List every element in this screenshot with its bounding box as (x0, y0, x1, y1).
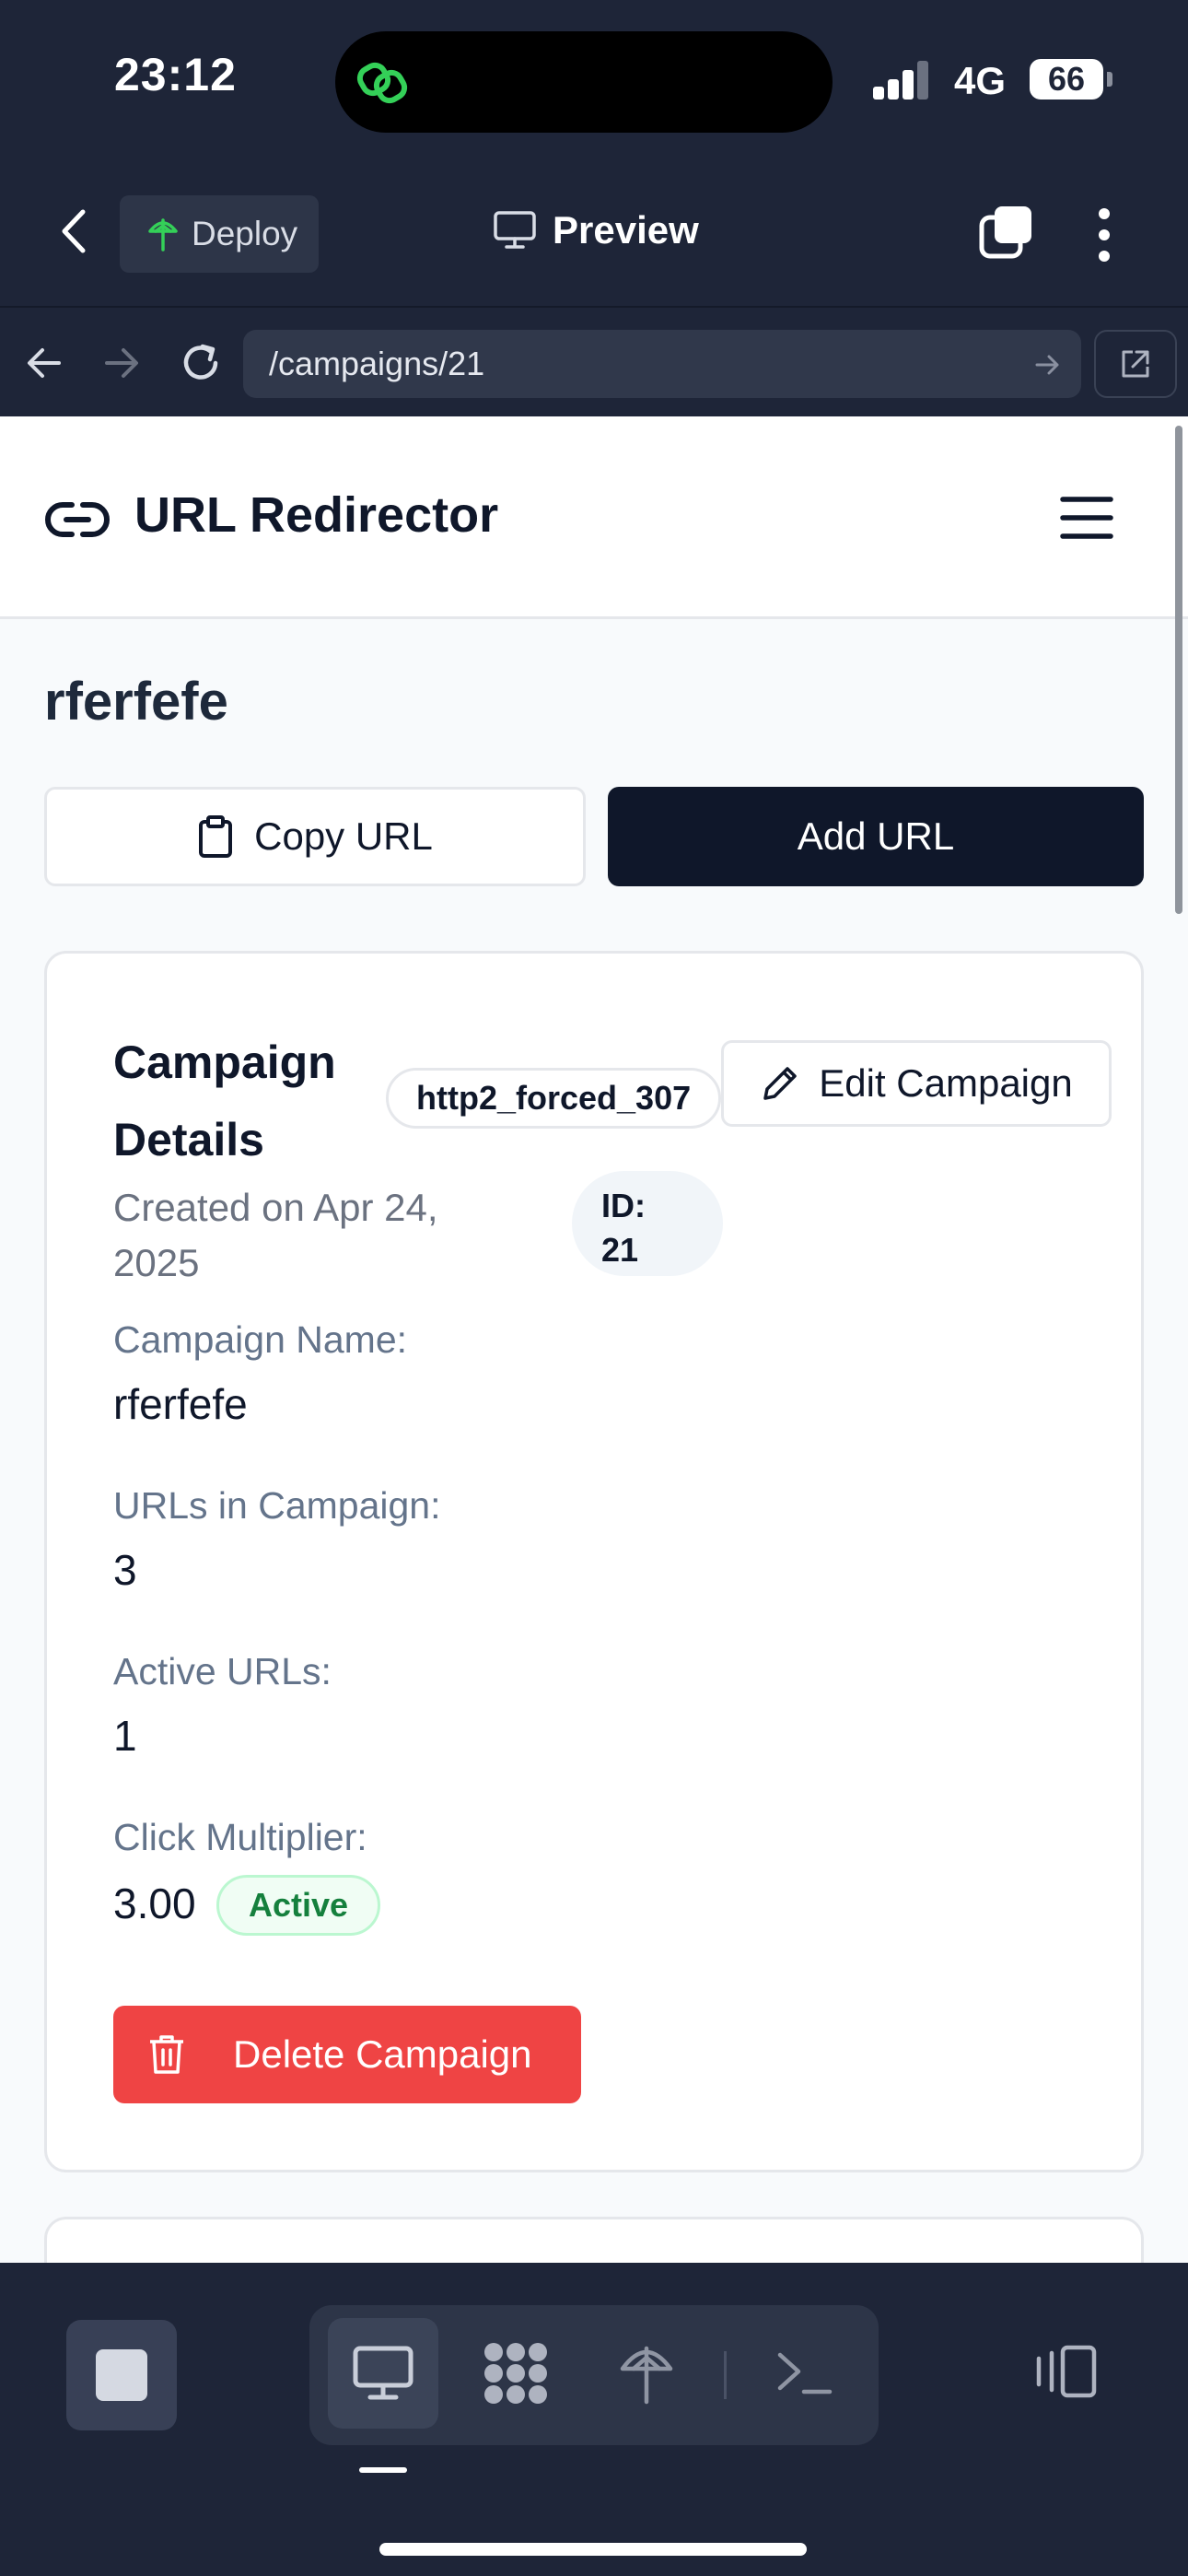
dock-separator (724, 2351, 727, 2399)
copy-url-button[interactable]: Copy URL (44, 787, 586, 886)
campaign-name-label: Campaign Name: (113, 1318, 408, 1361)
more-vertical-icon[interactable] (1094, 206, 1114, 263)
status-badge: Active (216, 1875, 381, 1936)
pencil-icon (763, 1067, 797, 1100)
preview-tab[interactable] (328, 2318, 438, 2429)
id-value: 21 (601, 1231, 639, 1269)
dock-tab-group (309, 2305, 879, 2445)
delete-campaign-label: Delete Campaign (233, 2032, 532, 2076)
deploy-icon (620, 2346, 673, 2405)
urls-count-label: URLs in Campaign: (113, 1484, 441, 1527)
clipboard-icon (199, 815, 233, 858)
device-layout-icon[interactable] (1031, 2344, 1098, 2399)
created-date: Created on Apr 24, 2025 (113, 1186, 438, 1284)
back-chevron-icon[interactable] (55, 208, 92, 254)
urls-count-value: 3 (113, 1546, 137, 1594)
campaign-name-value: rferfefe (113, 1380, 248, 1428)
home-indicator (379, 2543, 807, 2556)
active-urls-label: Active URLs: (113, 1650, 332, 1692)
reload-icon[interactable] (179, 341, 223, 385)
status-time: 23:12 (114, 49, 237, 100)
monitor-icon (353, 2346, 413, 2400)
dynamic-island (335, 31, 833, 133)
signal-icon (873, 61, 928, 100)
browser-url-bar: /campaigns/21 (0, 306, 1188, 416)
next-card (44, 2217, 1144, 2263)
copy-url-label: Copy URL (254, 814, 433, 858)
edit-campaign-label: Edit Campaign (819, 1061, 1073, 1105)
deploy-button[interactable]: Deploy (120, 195, 319, 273)
page-title: rferfefe (44, 672, 228, 732)
status-bar: 23:12 4G 66 (0, 0, 1188, 157)
app-logo-icon (356, 62, 408, 104)
external-link-icon (1122, 350, 1149, 378)
console-tab[interactable] (750, 2318, 860, 2429)
link-icon (45, 502, 110, 537)
workspace-tab[interactable] (460, 2318, 571, 2429)
id-badge: ID: 21 (572, 1171, 723, 1276)
grid-blob-icon (484, 2343, 547, 2404)
terminal-icon (777, 2352, 833, 2395)
stop-icon (96, 2349, 147, 2401)
site-title[interactable]: URL Redirector (134, 486, 498, 544)
click-multiplier-label: Click Multiplier: (113, 1816, 367, 1858)
open-external-button[interactable] (1094, 330, 1177, 398)
card-title: Campaign Details (113, 1036, 336, 1165)
campaign-details-card: Campaign Details http2_forced_307 Edit C… (44, 951, 1144, 2172)
url-text: /campaigns/21 (269, 345, 485, 382)
browser-forward-icon[interactable] (103, 345, 140, 381)
add-url-button[interactable]: Add URL (608, 787, 1144, 886)
active-urls-value: 1 (113, 1712, 137, 1760)
battery-cap (1107, 72, 1112, 87)
scrollbar[interactable] (1175, 426, 1182, 914)
hamburger-menu-icon[interactable] (1059, 494, 1114, 542)
url-input[interactable]: /campaigns/21 (243, 330, 1081, 398)
deploy-label: Deploy (192, 215, 298, 252)
web-viewport[interactable]: URL Redirector rferfefe Copy URL Add URL… (0, 416, 1188, 2263)
preview-title: Preview (494, 208, 699, 252)
preview-label: Preview (553, 208, 699, 252)
tabs-icon[interactable] (978, 205, 1035, 262)
deploy-icon (148, 218, 178, 252)
go-arrow-icon[interactable] (1035, 352, 1061, 378)
bottom-dock (0, 2263, 1188, 2576)
dock-active-indicator (359, 2467, 407, 2473)
click-multiplier-value: 3.00 (113, 1879, 196, 1927)
network-type: 4G (954, 59, 1007, 102)
delete-campaign-button[interactable]: Delete Campaign (113, 2006, 581, 2103)
app-toolbar: Deploy Preview (0, 157, 1188, 306)
stop-button[interactable] (66, 2320, 177, 2430)
trash-icon (150, 2035, 183, 2074)
add-url-label: Add URL (797, 814, 955, 858)
browser-back-icon[interactable] (26, 345, 63, 381)
scenario-badge: http2_forced_307 (386, 1068, 722, 1129)
site-header: URL Redirector (0, 416, 1188, 619)
deploy-tab[interactable] (591, 2318, 702, 2429)
monitor-icon (494, 211, 536, 249)
edit-campaign-button[interactable]: Edit Campaign (721, 1040, 1112, 1127)
id-label: ID: (601, 1187, 646, 1224)
battery-level: 66 (1030, 59, 1103, 100)
